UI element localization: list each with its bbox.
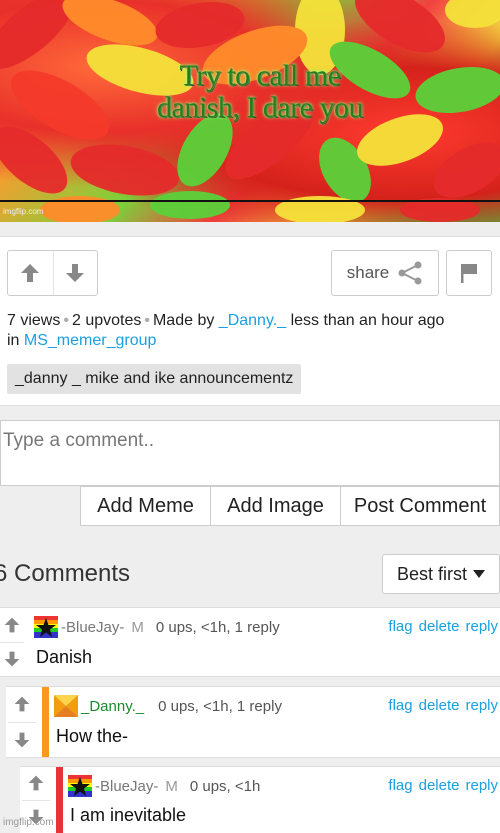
meme-caption-line-1: Try to call me — [179, 59, 341, 92]
comment-actions: flag delete reply — [388, 777, 498, 794]
mod-badge: M — [165, 777, 178, 795]
author-link[interactable]: _Danny._ — [219, 312, 286, 329]
comment-meta: 0 ups, <1h, 1 reply — [158, 697, 282, 715]
comment-buttons: Add Meme Add Image Post Comment — [80, 486, 500, 526]
comment-delete-link[interactable]: delete — [419, 697, 460, 714]
comment-reply-link[interactable]: reply — [465, 777, 498, 794]
post-comment-button[interactable]: Post Comment — [340, 487, 499, 525]
mod-badge: M — [131, 618, 144, 636]
flag-icon — [461, 264, 477, 283]
footer-watermark: imgflip.com — [3, 817, 54, 828]
comment-username[interactable]: _Danny._ — [81, 698, 144, 715]
flag-button[interactable] — [446, 250, 492, 296]
comment-meta: 0 ups, <1h — [189, 777, 261, 795]
share-button[interactable]: share — [331, 250, 439, 296]
comment-actions: flag delete reply — [388, 697, 498, 714]
comment-text: I am inevitable — [70, 805, 187, 825]
upvote-button[interactable] — [8, 251, 53, 295]
add-meme-button[interactable]: Add Meme — [81, 487, 210, 525]
add-image-button[interactable]: Add Image — [210, 487, 340, 525]
arrow-down-icon — [14, 732, 30, 748]
comment-vote-group — [8, 687, 36, 757]
share-icon — [398, 261, 422, 285]
arrow-up-icon — [14, 696, 30, 712]
comment-flag-link[interactable]: flag — [388, 777, 412, 794]
arrow-up-icon — [28, 775, 44, 791]
comments-count: 6 Comments — [0, 560, 131, 587]
meme-image[interactable]: Try to call me danish, I dare you imgfli… — [0, 0, 500, 222]
avatar[interactable] — [54, 695, 78, 717]
comment-header: -BlueJay- M 0 ups, <1h, 1 reply — [34, 616, 280, 638]
meme-watermark: imgflip.com — [3, 207, 44, 216]
comment-flag-link[interactable]: flag — [388, 618, 412, 635]
thread-bar-orange — [42, 687, 49, 757]
comment-header: -BlueJay- M 0 ups, <1h — [68, 775, 260, 797]
arrow-down-icon — [4, 651, 20, 667]
comment-username[interactable]: -BlueJay- — [61, 619, 124, 636]
comment-upvote-button[interactable] — [0, 608, 24, 642]
comment-item: -BlueJay- M 0 ups, <1h, 1 reply flag del… — [0, 607, 500, 677]
share-label: share — [346, 263, 390, 282]
meme-caption-line-2: danish, I dare you — [157, 91, 363, 124]
thread-bar-red — [56, 767, 63, 833]
comment-delete-link[interactable]: delete — [419, 618, 460, 635]
comment-text: Danish — [36, 647, 93, 667]
comment-item-reply: _Danny._ 0 ups, <1h, 1 reply flag delete… — [6, 686, 500, 758]
arrow-down-icon — [66, 264, 85, 282]
comment-item-nested-reply: -BlueJay- M 0 ups, <1h flag delete reply… — [20, 766, 500, 833]
meme-vote-group — [7, 250, 98, 296]
comment-reply-link[interactable]: reply — [465, 618, 498, 635]
stream-link[interactable]: MS_memer_group — [24, 332, 157, 349]
comment-upvote-button[interactable] — [22, 767, 50, 800]
sort-select[interactable]: Best first — [382, 554, 500, 594]
comment-vote-group — [0, 608, 24, 676]
meme-stats: 7 views • 2 upvotes • Made by _Danny._ less … — [7, 312, 445, 349]
comment-downvote-button[interactable] — [8, 721, 36, 758]
meme-actions-panel: share 7 views • 2 upvotes • Made by _Danny._… — [0, 236, 500, 406]
made-by-label: Made by — [152, 312, 215, 329]
arrow-up-icon — [21, 264, 40, 282]
sort-label: Best first — [396, 563, 467, 584]
views-count: 7 views — [7, 312, 61, 329]
comment-username[interactable]: -BlueJay- — [95, 778, 158, 795]
avatar[interactable] — [34, 616, 58, 638]
upvotes-count: 2 upvotes — [71, 312, 142, 329]
comment-text: How the- — [56, 726, 129, 746]
meme-bottom-line — [0, 200, 500, 202]
comment-actions: flag delete reply — [388, 618, 498, 635]
downvote-button[interactable] — [52, 251, 98, 295]
post-time: less than an hour ago — [290, 312, 445, 329]
meme-tag[interactable]: _danny _ mike and ike announcementz — [7, 364, 302, 394]
comment-downvote-button[interactable] — [0, 641, 24, 677]
comment-reply-link[interactable]: reply — [465, 697, 498, 714]
meme-caption: Try to call me danish, I dare you — [110, 60, 410, 124]
in-label: in — [7, 332, 20, 349]
comment-delete-link[interactable]: delete — [419, 777, 460, 794]
comment-meta: 0 ups, <1h, 1 reply — [155, 618, 280, 636]
comment-header: _Danny._ 0 ups, <1h, 1 reply — [54, 695, 282, 717]
arrow-up-icon — [4, 617, 20, 633]
caret-down-icon — [473, 570, 485, 578]
avatar[interactable] — [68, 775, 92, 797]
comment-flag-link[interactable]: flag — [388, 697, 412, 714]
comment-input[interactable] — [0, 420, 500, 486]
comment-upvote-button[interactable] — [8, 687, 36, 722]
